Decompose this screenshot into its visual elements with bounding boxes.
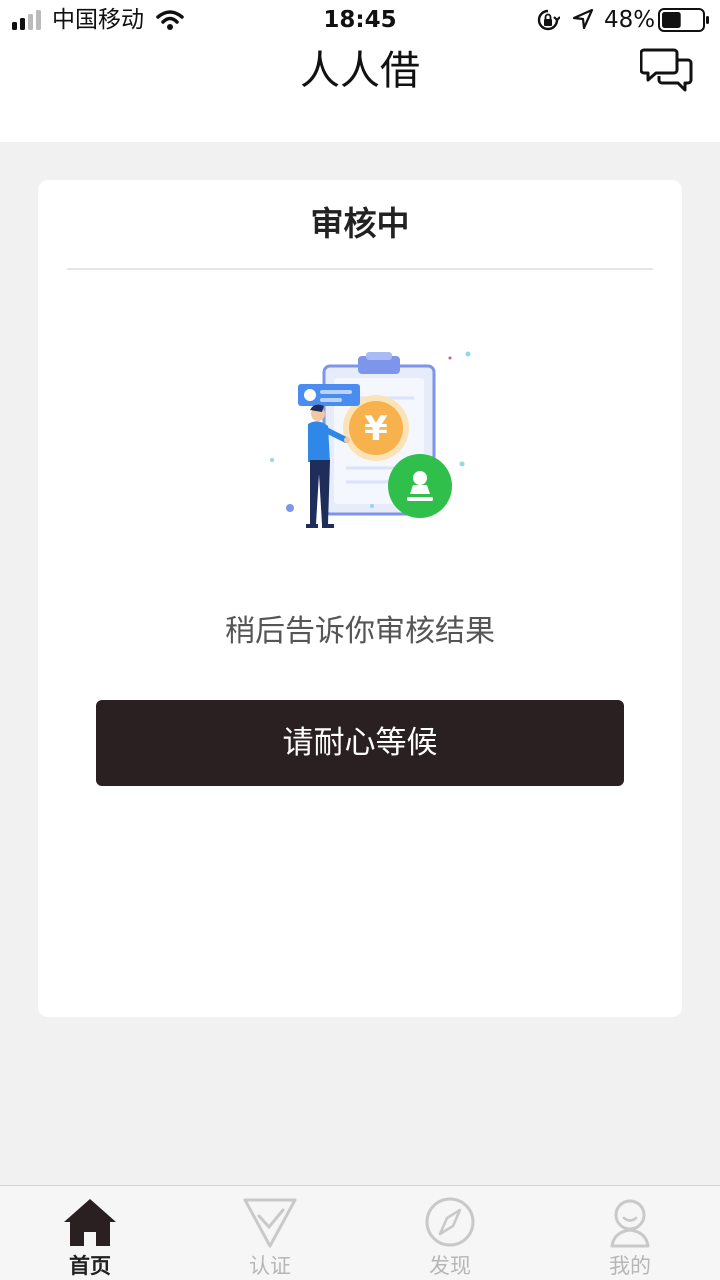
svg-text:¥: ¥: [364, 409, 388, 449]
verify-check-icon: [243, 1198, 297, 1248]
tab-label-discover: 发现: [429, 1254, 471, 1278]
tab-verify[interactable]: 认证: [180, 1186, 360, 1280]
rotation-lock-icon: [537, 9, 560, 31]
top-header-area: 中国移动 18:45 48% 人人借: [0, 0, 720, 142]
bottom-tab-bar: 首页 认证 发现 我的: [0, 1185, 720, 1280]
tab-label-home: 首页: [69, 1254, 111, 1278]
card-title: 审核中: [310, 204, 410, 243]
compass-icon: [425, 1197, 475, 1247]
profile-icon: [610, 1199, 650, 1248]
review-result-message: 稍后告诉你审核结果: [225, 614, 495, 649]
battery-percent: 48%: [604, 7, 656, 33]
review-illustration: ¥: [270, 351, 471, 528]
tab-home[interactable]: 首页: [0, 1186, 180, 1280]
app-title: 人人借: [300, 48, 420, 94]
divider: [67, 268, 653, 270]
app-screen: 中国移动 18:45 48% 人人借 审核中 ¥ 稍后告诉你审核结果 请耐心等候…: [0, 0, 720, 1280]
review-status-card: 审核中 ¥ 稍后告诉你审核结果 请耐心等候: [38, 180, 682, 1017]
status-bar: 中国移动 18:45 48%: [0, 0, 720, 40]
battery-icon: [658, 8, 709, 32]
tab-discover[interactable]: 发现: [360, 1186, 540, 1280]
home-icon: [64, 1199, 116, 1246]
location-arrow-icon: [572, 8, 594, 30]
chat-bubbles-icon[interactable]: [640, 46, 694, 94]
tab-profile[interactable]: 我的: [540, 1186, 720, 1280]
tab-label-profile: 我的: [609, 1254, 651, 1278]
tab-label-verify: 认证: [249, 1254, 291, 1278]
please-wait-button[interactable]: 请耐心等候: [96, 700, 624, 786]
